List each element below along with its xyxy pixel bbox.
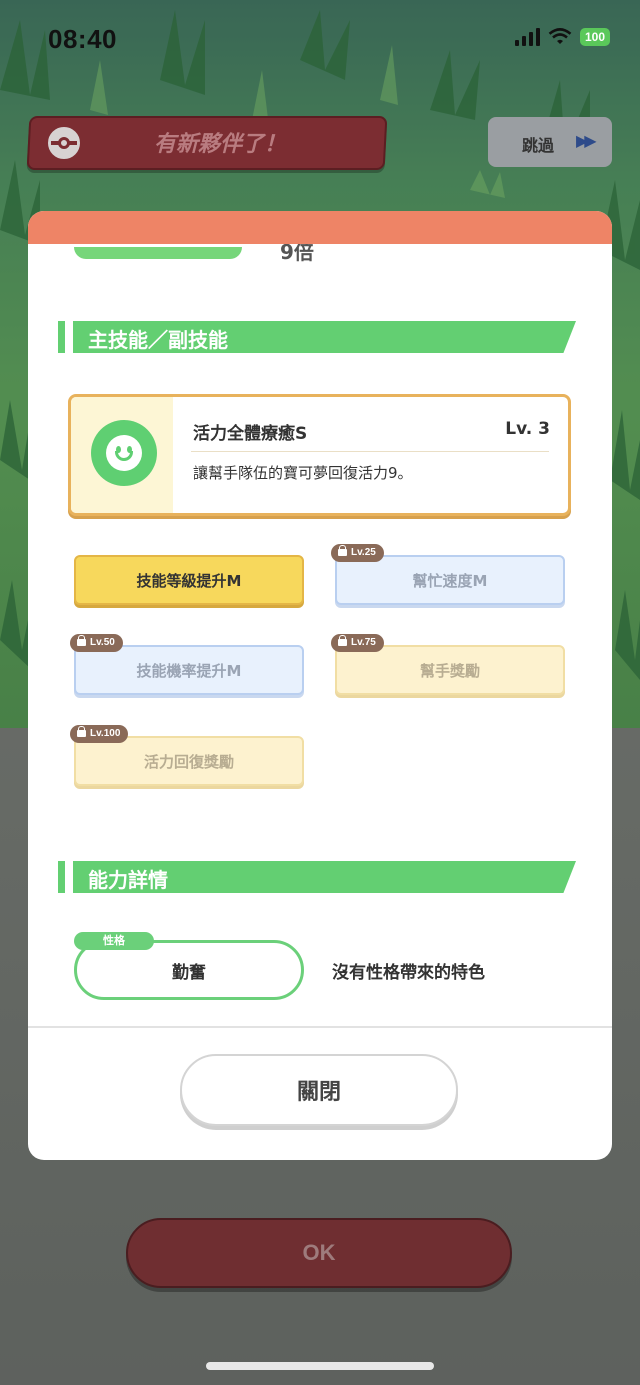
smile-icon — [91, 420, 157, 486]
lock-badge: Lv.100 — [70, 725, 129, 743]
banner-title: 有新夥伴了！ — [153, 132, 286, 157]
lock-icon — [338, 635, 347, 646]
partial-stat-value: 9倍 — [280, 244, 314, 264]
unlock-level: Lv.50 — [90, 637, 115, 648]
main-skill-level: Lv. 3 — [505, 419, 550, 439]
ok-button[interactable]: OK — [126, 1218, 512, 1288]
sub-skill-label: 幫手獎勵 — [419, 661, 480, 680]
sub-skill-button-5[interactable]: 活力回復獎勵 — [74, 736, 304, 786]
lock-icon — [77, 726, 86, 737]
skills-section-header: 主技能／副技能 — [58, 321, 576, 353]
unlock-level: Lv.25 — [351, 547, 376, 558]
sub-skill-label: 技能等級提升M — [136, 571, 242, 590]
nature-effect-text: 沒有性格帶來的特色 — [332, 963, 485, 983]
modal-header-strip — [28, 211, 612, 244]
unlock-level: Lv.100 — [90, 728, 121, 739]
sub-skill-button-1[interactable]: 技能等級提升M — [74, 555, 304, 605]
sub-skill-label: 幫忙速度M — [412, 571, 488, 590]
sub-skill-button-3[interactable]: 技能機率提升M — [74, 645, 304, 695]
ability-section-header: 能力詳情 — [58, 861, 576, 893]
modal-scroll-area[interactable]: 9倍 主技能／副技能 活力全體療癒S Lv. 3 讓幫手隊伍的寶可夢回復活力9。… — [28, 244, 612, 1026]
lock-icon — [338, 545, 347, 556]
lock-badge: Lv.50 — [70, 634, 123, 652]
divider — [28, 1026, 612, 1028]
status-time: 08:40 — [48, 24, 117, 54]
unlock-level: Lv.75 — [351, 637, 376, 648]
skills-section-title: 主技能／副技能 — [88, 328, 228, 352]
lock-badge: Lv.75 — [331, 634, 384, 652]
pokeball-icon — [48, 127, 80, 159]
main-skill-card[interactable]: 活力全體療癒S Lv. 3 讓幫手隊伍的寶可夢回復活力9。 — [68, 394, 571, 516]
lock-icon — [77, 635, 86, 646]
ability-section-title: 能力詳情 — [88, 868, 168, 892]
nature-tag: 性格 — [74, 932, 154, 950]
battery-indicator: 100 — [579, 28, 610, 46]
main-skill-description: 讓幫手隊伍的寶可夢回復活力9。 — [193, 464, 413, 482]
pokemon-detail-modal: 9倍 主技能／副技能 活力全體療癒S Lv. 3 讓幫手隊伍的寶可夢回復活力9。… — [28, 211, 612, 1160]
partial-stat-pill — [74, 247, 242, 259]
sub-skill-button-2[interactable]: 幫忙速度M — [335, 555, 565, 605]
main-skill-icon-panel — [71, 397, 173, 513]
wifi-icon — [548, 28, 572, 44]
status-icons: 100 — [514, 28, 610, 46]
sub-skill-label: 活力回復獎勵 — [143, 752, 234, 771]
main-skill-name: 活力全體療癒S — [193, 424, 308, 444]
fast-forward-icon[interactable]: ▶▶ — [576, 131, 597, 150]
home-indicator[interactable] — [206, 1362, 434, 1370]
divider — [191, 451, 549, 452]
skip-label[interactable]: 跳過 — [522, 132, 554, 156]
close-button[interactable]: 關閉 — [180, 1054, 458, 1126]
sub-skill-label: 技能機率提升M — [136, 661, 242, 680]
sub-skill-button-4[interactable]: 幫手獎勵 — [335, 645, 565, 695]
lock-badge: Lv.25 — [331, 544, 384, 562]
cellular-signal-icon — [514, 28, 540, 46]
